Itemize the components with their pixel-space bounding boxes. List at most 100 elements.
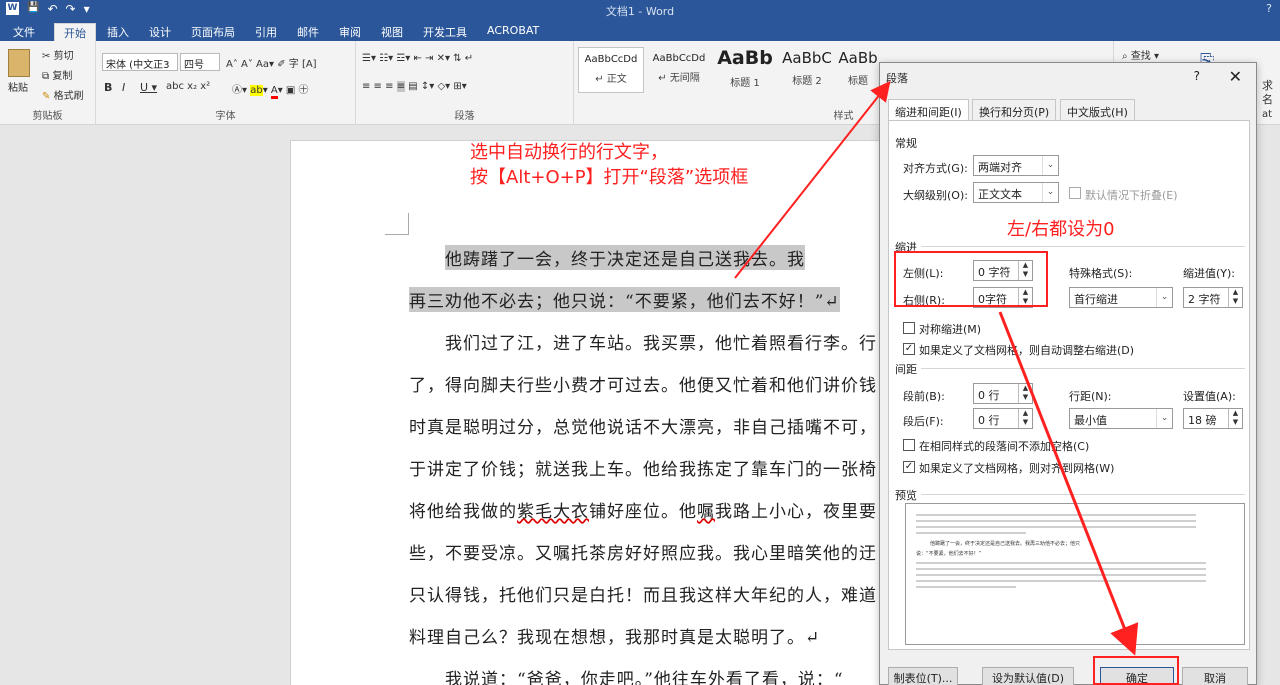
font-group: 宋体 (中文正3 四号 A˄ A˅ Aa▾ ✐ 字 [A] B I U ▾ ab… [96, 41, 356, 125]
grow-font-icon[interactable]: A˄ A˅ Aa▾ ✐ 字 [A] [226, 55, 317, 70]
space-before-input[interactable]: 0 行 ▲ ▼ [973, 383, 1033, 404]
preview-line [916, 532, 1026, 534]
space-before-label: 段前(B): [903, 390, 945, 403]
preview-line [916, 568, 1206, 570]
doc-line[interactable]: 了，得向脚夫行些小费才可过去。他便又忙着和他们讲价钱 [409, 371, 877, 396]
doc-line[interactable]: 我们过了江，进了车站。我买票，他忙着照看行李。行 [445, 329, 877, 354]
preview-line [916, 526, 1196, 528]
doc-line[interactable]: 些，不要受凉。又嘱托茶房好好照应我。我心里暗笑他的迂 [409, 539, 877, 564]
find-button[interactable]: ⌕ 查找 ▾ [1122, 47, 1159, 62]
dialog-close-button[interactable]: ✕ [1229, 67, 1242, 86]
indent-highlight-box [894, 251, 1048, 307]
ok-highlight-box [1093, 656, 1179, 685]
mirror-indents-checkbox[interactable] [903, 322, 915, 334]
doc-line[interactable]: 于讲定了价钱；就送我上车。他给我拣定了靠车门的一张椅 [409, 455, 877, 480]
general-section-title: 常规 [895, 137, 917, 150]
brush-icon: ✎ [42, 91, 51, 102]
bullets-icon[interactable]: ☰▾ ☷▾ ☲▾ ⇤ ⇥ ✕▾ ⇅ ↵ [362, 53, 473, 64]
collapse-checkbox[interactable] [1069, 187, 1081, 199]
style-normal[interactable]: AaBbCcDd ↵ 正文 [578, 47, 644, 93]
strikethrough-icon[interactable]: abc x₂ x² [166, 81, 210, 92]
tab-references[interactable]: 引用 [246, 23, 286, 41]
special-indent-select[interactable]: 首行缩进 ⌄ [1069, 287, 1173, 308]
paste-button[interactable]: 粘贴 [8, 79, 28, 94]
doc-line[interactable]: 只认得钱，托他们只是白托！而且我这样大年纪的人，难道 [409, 581, 877, 606]
line-spacing-select[interactable]: 最小值 ⌄ [1069, 408, 1173, 429]
style-title[interactable]: AaBb 标题 [838, 47, 878, 93]
tab-review[interactable]: 审阅 [330, 23, 370, 41]
alignment-label: 对齐方式(G): [903, 162, 968, 175]
auto-adjust-checkbox[interactable]: ✓ [903, 343, 915, 355]
tabs-button[interactable]: 制表位(T)... [888, 667, 958, 685]
margin-marker [385, 213, 409, 235]
preview-line [916, 562, 1206, 564]
doc-line[interactable]: 料理自己么？我现在想想，我那时真是太聪明了。↵ [409, 623, 820, 648]
doc-line[interactable]: 我说道：“爸爸，你走吧。”他往车外看了看，说：“ [445, 665, 844, 685]
line-spacing-label: 行距(N): [1069, 390, 1112, 403]
dialog-help-button[interactable]: ? [1194, 69, 1200, 83]
preview-line [916, 580, 1206, 582]
space-after-input[interactable]: 0 行 ▲ ▼ [973, 408, 1033, 429]
no-space-checkbox[interactable] [903, 439, 915, 451]
tab-acrobat[interactable]: ACROBAT [478, 23, 548, 41]
spacing-at-input[interactable]: 18 磅 ▲ ▼ [1183, 408, 1243, 429]
scissors-icon: ✂ [42, 51, 51, 62]
preview-box: 他踌躇了一会，终于决定还是自己送我去。我再三劝他不必去；他只 说：“不要紧，他们… [905, 503, 1245, 645]
format-painter-button[interactable]: ✎ 格式刷 [42, 87, 84, 102]
paragraph-label: 段落 [454, 111, 475, 122]
dialog-title: 段落 [886, 72, 908, 85]
style-heading-2[interactable]: AaBbC 标题 2 [774, 47, 840, 93]
help-icon[interactable]: ? [1266, 2, 1272, 15]
underline-button[interactable]: U ▾ [140, 81, 157, 94]
style-no-spacing[interactable]: AaBbCcDd ↵ 无间隔 [646, 47, 712, 93]
collapse-label: 默认情况下折叠(E) [1085, 189, 1178, 202]
spell-error[interactable]: 紫毛大衣 [517, 502, 589, 522]
spinner-icon[interactable]: ▲ ▼ [1228, 409, 1242, 428]
snap-to-grid-checkbox[interactable]: ✓ [903, 461, 915, 473]
doc-line-selected-2[interactable]: 再三劝他不必去；他只说：“不要紧，他们去不好！”↵ [409, 287, 840, 312]
doc-line[interactable]: 时真是聪明过分，总觉他说话不大漂亮，非自己插嘴不可， [409, 413, 877, 438]
copy-button[interactable]: ⧉ 复制 [42, 67, 72, 82]
title-bar: W 💾 ↶ ↷ ▾ 文档1 - Word ? [0, 0, 1280, 20]
font-size-combo[interactable]: 四号 [180, 53, 220, 71]
doc-line-selected-1[interactable]: 他踌躇了一会，终于决定还是自己送我去。我 [445, 245, 805, 270]
tab-asian-typography[interactable]: 中文版式(H) [1060, 99, 1135, 121]
font-name-combo[interactable]: 宋体 (中文正3 [102, 53, 178, 71]
doc-line[interactable]: 将他给我做的紫毛大衣铺好座位。他嘱我路上小心，夜里要 [409, 497, 877, 522]
cancel-button[interactable]: 取消 [1182, 667, 1248, 685]
align-justify-icon[interactable]: ≡ ≡ ≡ ≡ ▤ ↕▾ ◇▾ ⊞▾ [362, 81, 467, 92]
outline-level-select[interactable]: 正文文本 ⌄ [973, 182, 1059, 203]
tab-indents-spacing[interactable]: 缩进和间距(I) [888, 99, 969, 121]
cut-button[interactable]: ✂ 剪切 [42, 47, 74, 62]
alignment-select[interactable]: 两端对齐 ⌄ [973, 155, 1059, 176]
italic-button[interactable]: I [122, 81, 125, 94]
set-default-button[interactable]: 设为默认值(D) [982, 667, 1074, 685]
tab-mailings[interactable]: 邮件 [288, 23, 328, 41]
tab-view[interactable]: 视图 [372, 23, 412, 41]
ribbon-right-text-3: at [1262, 109, 1273, 120]
indent-note: 左/右都设为0 [1007, 219, 1115, 240]
section-divider [921, 246, 1245, 247]
paste-icon[interactable] [8, 49, 30, 77]
indent-by-input[interactable]: 2 字符 ▲ ▼ [1183, 287, 1243, 308]
section-divider [921, 368, 1245, 369]
tab-file[interactable]: 文件 [0, 23, 48, 41]
preview-sample-text-1: 他踌躇了一会，终于决定还是自己送我去。我再三劝他不必去；他只 [930, 541, 1081, 547]
tab-insert[interactable]: 插入 [98, 23, 138, 41]
tab-page-layout[interactable]: 页面布局 [182, 23, 244, 41]
font-label: 字体 [215, 111, 236, 122]
tab-line-page-breaks[interactable]: 换行和分页(P) [972, 99, 1057, 121]
spell-error[interactable]: 嘱 [697, 502, 715, 522]
text-effects-icon[interactable]: Ⓐ▾ ab▾ A▾ ▣ ㊉ [232, 81, 309, 99]
style-heading-1[interactable]: AaBb 标题 1 [712, 47, 778, 93]
snap-to-grid-label: 如果定义了文档网格，则对齐到网格(W) [919, 462, 1115, 475]
chevron-down-icon: ⌄ [1042, 156, 1058, 175]
tab-home[interactable]: 开始 [54, 23, 96, 41]
spinner-icon[interactable]: ▲ ▼ [1018, 409, 1032, 428]
spinner-icon[interactable]: ▲ ▼ [1018, 384, 1032, 403]
tab-design[interactable]: 设计 [140, 23, 180, 41]
tab-developer[interactable]: 开发工具 [414, 23, 476, 41]
bold-button[interactable]: B [104, 81, 112, 94]
chevron-down-icon: ⌄ [1042, 183, 1058, 202]
spinner-icon[interactable]: ▲ ▼ [1228, 288, 1242, 307]
